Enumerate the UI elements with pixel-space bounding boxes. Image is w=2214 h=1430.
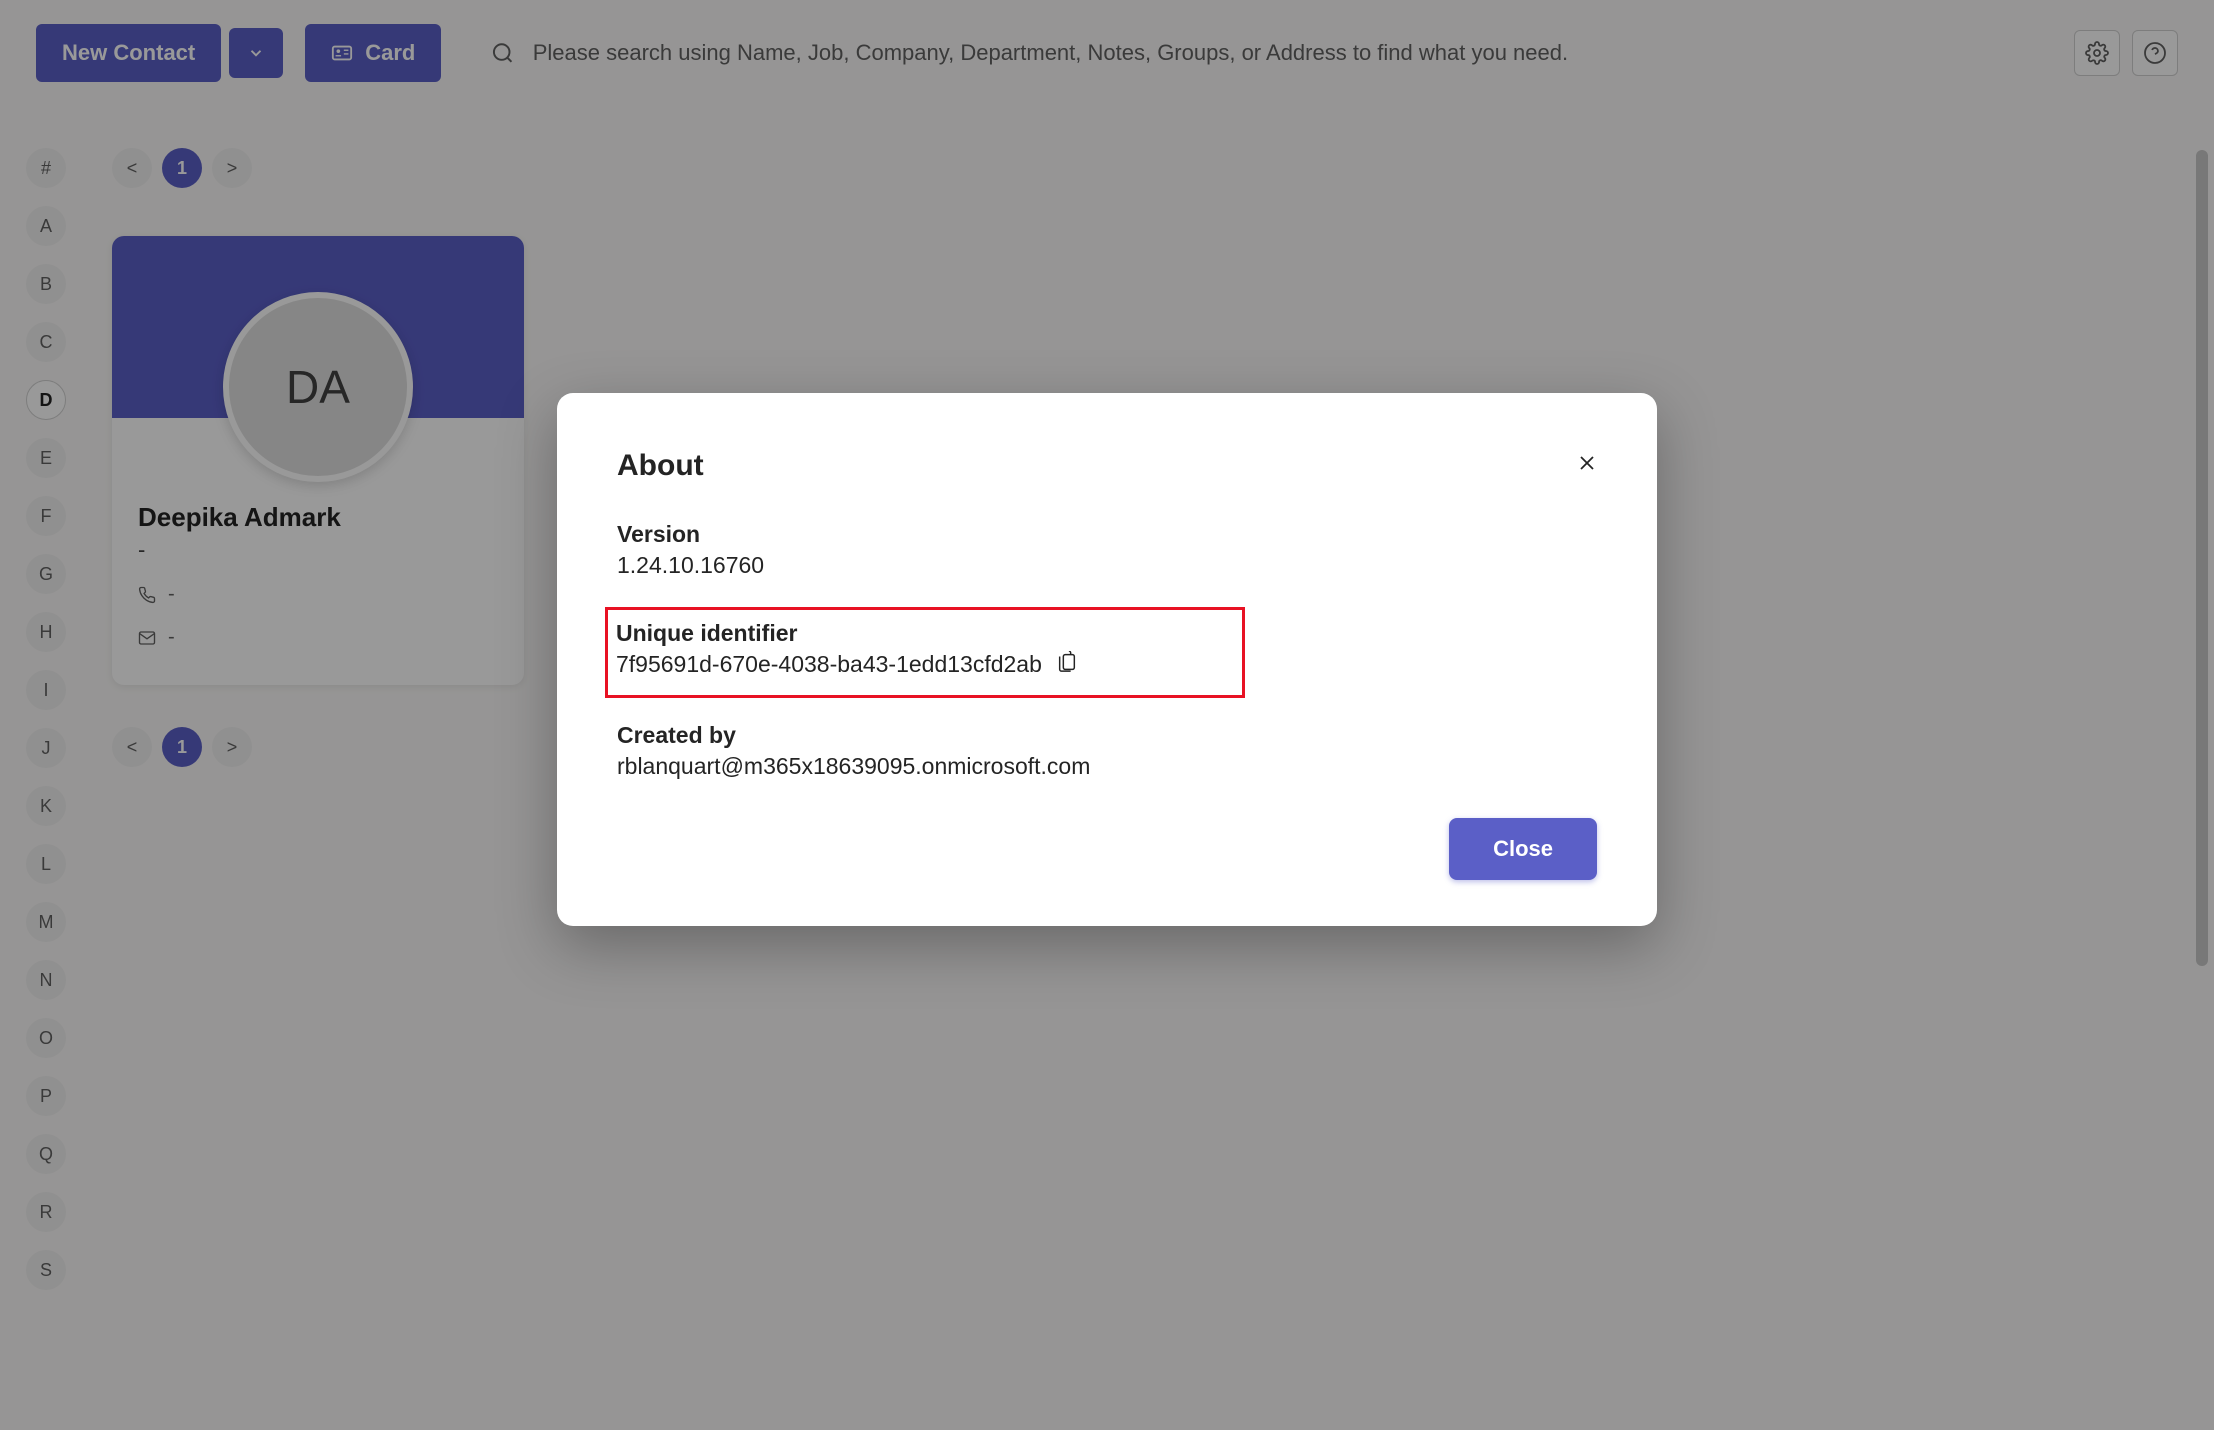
copy-uid-button[interactable] [1056,651,1078,679]
uid-section-highlighted: Unique identifier 7f95691d-670e-4038-ba4… [605,607,1245,698]
modal-close-button[interactable] [1567,443,1607,486]
about-modal: About Version 1.24.10.16760 Unique ident… [557,393,1657,926]
modal-footer: Close [617,818,1597,880]
uid-row: 7f95691d-670e-4038-ba43-1edd13cfd2ab [616,651,1234,679]
version-value: 1.24.10.16760 [617,552,1597,579]
close-icon [1575,451,1599,475]
close-button[interactable]: Close [1449,818,1597,880]
clipboard-icon [1056,651,1078,673]
modal-title: About [617,449,1597,483]
created-by-value: rblanquart@m365x18639095.onmicrosoft.com [617,753,1597,780]
uid-value: 7f95691d-670e-4038-ba43-1edd13cfd2ab [616,651,1042,678]
version-label: Version [617,521,1597,548]
uid-label: Unique identifier [616,620,1234,647]
modal-overlay: About Version 1.24.10.16760 Unique ident… [0,0,2214,1430]
created-by-label: Created by [617,722,1597,749]
